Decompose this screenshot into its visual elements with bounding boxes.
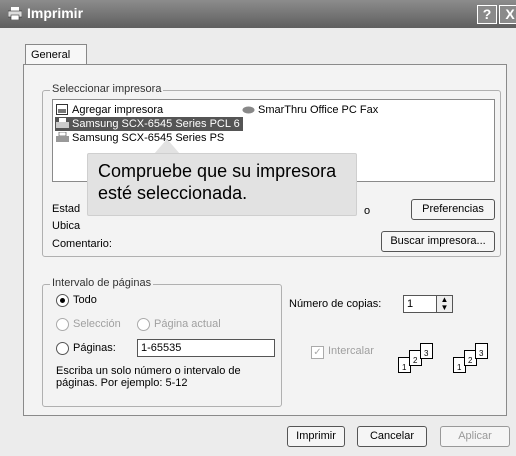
list-item-printer-ps[interactable]: Samsung SCX-6545 Series PS <box>55 131 224 145</box>
close-button[interactable]: X <box>499 5 516 24</box>
preferences-button[interactable]: Preferencias <box>411 199 495 220</box>
printer-icon <box>56 132 69 142</box>
radio-selection[interactable] <box>56 318 69 331</box>
list-item-label: Samsung SCX-6545 Series PCL 6 <box>72 118 240 130</box>
apply-button[interactable]: Aplicar <box>440 426 510 447</box>
list-item-add-printer[interactable]: Agregar impresora <box>55 103 163 117</box>
radio-pages[interactable] <box>56 342 69 355</box>
page-range-label: Intervalo de páginas <box>50 277 154 289</box>
print-dialog: Imprimir ? X General Seleccionar impreso… <box>0 0 516 456</box>
radio-all-label[interactable]: Todo <box>73 294 97 306</box>
radio-current-page[interactable] <box>137 318 150 331</box>
radio-pages-label[interactable]: Páginas: <box>73 342 116 354</box>
copies-spinner[interactable]: ▲ ▼ <box>436 295 453 313</box>
title-bar[interactable]: Imprimir ? X <box>0 0 516 28</box>
window-title: Imprimir <box>27 5 84 21</box>
list-item-fax[interactable]: SmarThru Office PC Fax <box>241 103 378 117</box>
radio-selection-label[interactable]: Selección <box>73 318 121 330</box>
collate-label[interactable]: Intercalar <box>328 345 374 357</box>
find-printer-button[interactable]: Buscar impresora... <box>381 231 495 252</box>
callout-line-2: esté seleccionada. <box>98 183 248 203</box>
callout-line-1: Compruebe que su impresora <box>98 161 337 181</box>
printer-group-label: Seleccionar impresora <box>50 83 164 95</box>
obscured-label-suffix: o <box>364 205 371 217</box>
printer-icon <box>56 118 69 128</box>
location-label: Ubica <box>52 220 81 232</box>
status-label: Estad <box>52 203 81 215</box>
instruction-callout: Compruebe que su impresora esté seleccio… <box>87 153 357 216</box>
print-button[interactable]: Imprimir <box>287 426 345 447</box>
collate-checkbox[interactable]: ✓ <box>311 346 324 359</box>
list-item-label: SmarThru Office PC Fax <box>258 104 379 116</box>
list-item-label: Agregar impresora <box>72 104 164 116</box>
cancel-button[interactable]: Cancelar <box>357 426 427 447</box>
tab-general[interactable]: General <box>25 44 87 65</box>
list-item-label: Samsung SCX-6545 Series PS <box>72 132 225 144</box>
page-range-hint-2: páginas. Por ejemplo: 5-12 <box>56 377 188 389</box>
printer-icon <box>8 7 22 20</box>
page-range-hint-1: Escriba un solo número o intervalo de <box>56 365 241 377</box>
help-button[interactable]: ? <box>477 5 497 24</box>
add-printer-icon <box>56 104 68 115</box>
comment-label: Comentario: <box>52 238 112 250</box>
radio-current-page-label[interactable]: Página actual <box>154 318 221 330</box>
copies-label: Número de copias: <box>289 298 382 310</box>
callout-pointer <box>154 139 180 154</box>
fax-icon <box>242 106 255 114</box>
list-item-printer-pcl6[interactable]: Samsung SCX-6545 Series PCL 6 <box>55 117 243 131</box>
radio-all[interactable] <box>56 294 69 307</box>
pages-input[interactable]: 1-65535 <box>137 339 275 357</box>
